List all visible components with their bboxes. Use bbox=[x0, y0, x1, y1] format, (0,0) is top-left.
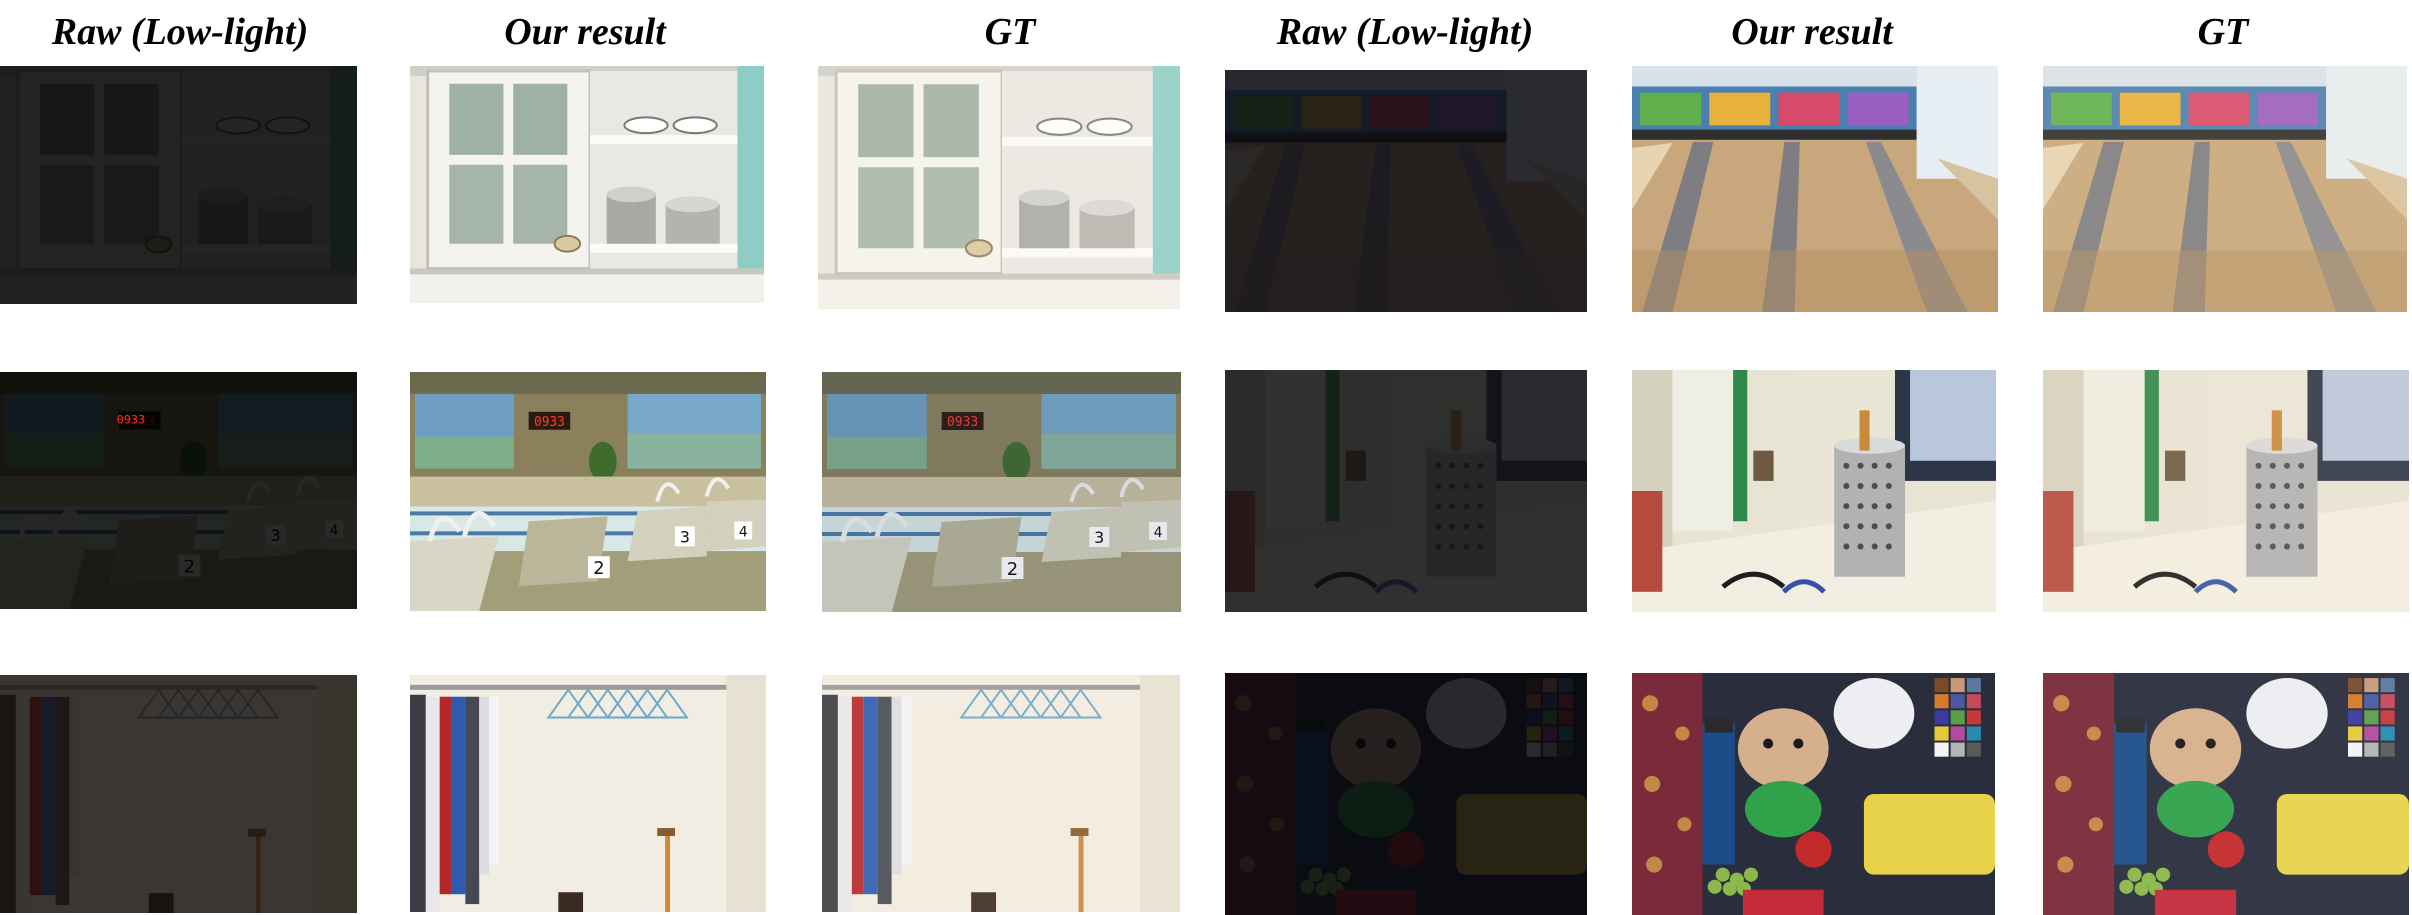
svg-text:0933: 0933 bbox=[117, 412, 146, 426]
image-raw-bowling bbox=[1225, 70, 1587, 312]
image-raw-closet bbox=[0, 675, 357, 913]
column-header-raw-right: Raw (Low-light) bbox=[1276, 11, 1534, 53]
image-raw-penholder bbox=[1225, 370, 1587, 612]
column-header-gt-right: GT bbox=[2197, 11, 2249, 53]
image-result-penholder bbox=[1632, 370, 1996, 612]
column-header-raw-left: Raw (Low-light) bbox=[51, 11, 309, 53]
image-gt-penholder bbox=[2043, 370, 2409, 612]
image-result-bowling bbox=[1632, 66, 1998, 312]
image-raw-cabinet bbox=[0, 66, 357, 304]
image-gt-toys bbox=[2043, 673, 2409, 915]
column-header-result-left: Our result bbox=[504, 11, 666, 53]
column-header-gt-left: GT bbox=[984, 11, 1036, 53]
image-result-toys bbox=[1632, 673, 1995, 915]
image-gt-cabinet bbox=[818, 66, 1180, 309]
image-result-pool bbox=[410, 372, 766, 611]
image-raw-pool: 0933 bbox=[0, 372, 357, 609]
image-result-closet bbox=[410, 675, 766, 912]
column-header-result-right: Our result bbox=[1731, 11, 1893, 53]
image-gt-closet bbox=[822, 675, 1180, 912]
image-gt-bowling bbox=[2043, 66, 2407, 312]
image-raw-toys bbox=[1225, 673, 1587, 915]
image-gt-pool bbox=[822, 372, 1181, 612]
image-result-cabinet bbox=[410, 66, 764, 303]
